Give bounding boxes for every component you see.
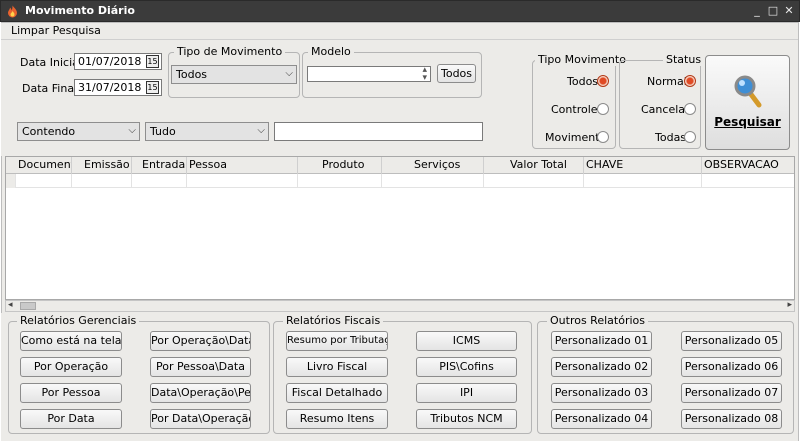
- filter-text-input[interactable]: [274, 122, 483, 141]
- radio-todas[interactable]: [684, 131, 696, 143]
- start-date-value: 01/07/2018: [78, 55, 142, 68]
- minimize-button[interactable]: _: [749, 3, 765, 19]
- management-reports-title: Relatórios Gerenciais: [17, 314, 140, 327]
- column-header-documento[interactable]: Documento: [6, 157, 72, 174]
- chevron-down-icon: ⌵: [128, 125, 136, 136]
- end-date-field[interactable]: 31/07/2018 15: [74, 79, 162, 96]
- horizontal-scrollbar[interactable]: ◂ ▸: [5, 300, 795, 312]
- report-por-operacao-button[interactable]: Por Operação: [20, 357, 122, 377]
- report-resumo-tributacao-button[interactable]: Resumo por Tributação: [286, 331, 388, 351]
- scroll-left-icon[interactable]: ◂: [8, 300, 13, 310]
- column-header-chave[interactable]: CHAVE: [584, 157, 702, 174]
- movement-type-select[interactable]: Todos ⌵: [171, 65, 297, 84]
- table-cell[interactable]: [187, 174, 298, 188]
- column-header-servicos[interactable]: Serviços: [382, 157, 484, 174]
- report-como-esta-na-tela-button[interactable]: Como está na tela: [20, 331, 122, 351]
- filter-mode-value: Contendo: [22, 125, 76, 138]
- report-ipi-button[interactable]: IPI: [416, 383, 517, 403]
- radio-label-controles: Controles: [551, 103, 604, 116]
- report-personalizado-05-button[interactable]: Personalizado 05: [681, 331, 782, 351]
- table-cell[interactable]: [72, 174, 132, 188]
- fiscal-reports-title: Relatórios Fiscais: [283, 314, 384, 327]
- radio-label-normal: Normal: [647, 75, 687, 88]
- report-personalizado-04-button[interactable]: Personalizado 04: [551, 409, 652, 429]
- search-button[interactable]: Pesquisar: [705, 55, 790, 150]
- search-button-label: Pesquisar: [714, 115, 781, 129]
- start-date-field[interactable]: 01/07/2018 15: [74, 53, 162, 70]
- column-header-pessoa[interactable]: Pessoa: [187, 157, 298, 174]
- end-date-label: Data Final:: [22, 82, 81, 95]
- table-cell[interactable]: [702, 174, 794, 188]
- magnifier-icon: [734, 75, 762, 108]
- report-resumo-itens-button[interactable]: Resumo Itens: [286, 409, 388, 429]
- table-row[interactable]: [6, 174, 794, 188]
- scrollbar-thumb[interactable]: [20, 302, 36, 310]
- filter-mode-select[interactable]: Contendo ⌵: [17, 122, 140, 141]
- report-personalizado-08-button[interactable]: Personalizado 08: [681, 409, 782, 429]
- table-cell[interactable]: [584, 174, 702, 188]
- report-por-pessoa-data-button[interactable]: Por Pessoa\Data: [150, 357, 251, 377]
- report-por-operacao-data-button[interactable]: Por Operação\Data: [150, 331, 251, 351]
- other-reports-title: Outros Relatórios: [547, 314, 648, 327]
- clear-search-menu-item[interactable]: Limpar Pesquisa: [11, 24, 101, 37]
- grid-header: Documento Emissão Entrada Pessoa Produto…: [6, 157, 794, 174]
- chevron-down-icon: ⌵: [285, 68, 293, 79]
- report-tributos-ncm-button[interactable]: Tributos NCM: [416, 409, 517, 429]
- table-cell[interactable]: [298, 174, 382, 188]
- movement-type-title: Tipo de Movimento: [174, 45, 286, 58]
- column-header-produto[interactable]: Produto: [298, 157, 382, 174]
- model-all-button[interactable]: Todos: [437, 64, 476, 83]
- report-personalizado-03-button[interactable]: Personalizado 03: [551, 383, 652, 403]
- report-personalizado-06-button[interactable]: Personalizado 06: [681, 357, 782, 377]
- radio-label-todas: Todas: [655, 131, 687, 144]
- radio-label-todos: Todos: [567, 75, 599, 88]
- results-grid[interactable]: Documento Emissão Entrada Pessoa Produto…: [5, 156, 795, 300]
- model-field[interactable]: ▴ ▾: [307, 66, 431, 82]
- chevron-down-icon: ⌵: [257, 125, 265, 136]
- row-indicator: [6, 174, 16, 188]
- radio-controles[interactable]: [597, 103, 609, 115]
- report-data-operacao-pessoa-button[interactable]: Data\Operação\Pessoa: [150, 383, 251, 403]
- movement-type-value: Todos: [176, 68, 208, 81]
- radio-cancelas[interactable]: [684, 103, 696, 115]
- report-personalizado-02-button[interactable]: Personalizado 02: [551, 357, 652, 377]
- calendar-icon[interactable]: 15: [146, 55, 159, 68]
- filter-field-select[interactable]: Tudo ⌵: [145, 122, 269, 141]
- column-header-entrada[interactable]: Entrada: [132, 157, 187, 174]
- spin-icon[interactable]: ▴ ▾: [422, 67, 427, 81]
- tipo-movimento-title: Tipo Movimento: [535, 53, 629, 66]
- report-por-data-operacao-button[interactable]: Por Data\Operação: [150, 409, 251, 429]
- status-title: Status: [663, 53, 705, 66]
- scroll-right-icon[interactable]: ▸: [787, 300, 792, 310]
- table-cell[interactable]: [16, 174, 72, 188]
- menu-bar: Limpar Pesquisa: [1, 23, 798, 39]
- maximize-button[interactable]: □: [765, 3, 781, 19]
- column-header-emissao[interactable]: Emissão: [72, 157, 132, 174]
- column-header-valor-total[interactable]: Valor Total: [484, 157, 584, 174]
- calendar-icon[interactable]: 15: [146, 81, 159, 94]
- report-livro-fiscal-button[interactable]: Livro Fiscal: [286, 357, 388, 377]
- report-icms-button[interactable]: ICMS: [416, 331, 517, 351]
- table-cell[interactable]: [382, 174, 484, 188]
- column-header-observacao[interactable]: OBSERVACAO: [702, 157, 794, 174]
- model-title: Modelo: [308, 45, 354, 58]
- close-button[interactable]: ✕: [781, 3, 797, 19]
- table-cell[interactable]: [132, 174, 187, 188]
- report-personalizado-01-button[interactable]: Personalizado 01: [551, 331, 652, 351]
- title-bar: Movimento Diário _ □ ✕: [0, 0, 800, 22]
- report-por-pessoa-button[interactable]: Por Pessoa: [20, 383, 122, 403]
- report-pis-cofins-button[interactable]: PIS\Cofins: [416, 357, 517, 377]
- report-personalizado-07-button[interactable]: Personalizado 07: [681, 383, 782, 403]
- window-title: Movimento Diário: [25, 4, 135, 17]
- report-fiscal-detalhado-button[interactable]: Fiscal Detalhado: [286, 383, 388, 403]
- radio-todos[interactable]: [597, 75, 609, 87]
- radio-movimento[interactable]: [597, 131, 609, 143]
- filter-field-value: Tudo: [150, 125, 176, 138]
- radio-normal[interactable]: [684, 75, 696, 87]
- flame-icon: [8, 5, 17, 18]
- end-date-value: 31/07/2018: [78, 81, 142, 94]
- report-por-data-button[interactable]: Por Data: [20, 409, 122, 429]
- table-cell[interactable]: [484, 174, 584, 188]
